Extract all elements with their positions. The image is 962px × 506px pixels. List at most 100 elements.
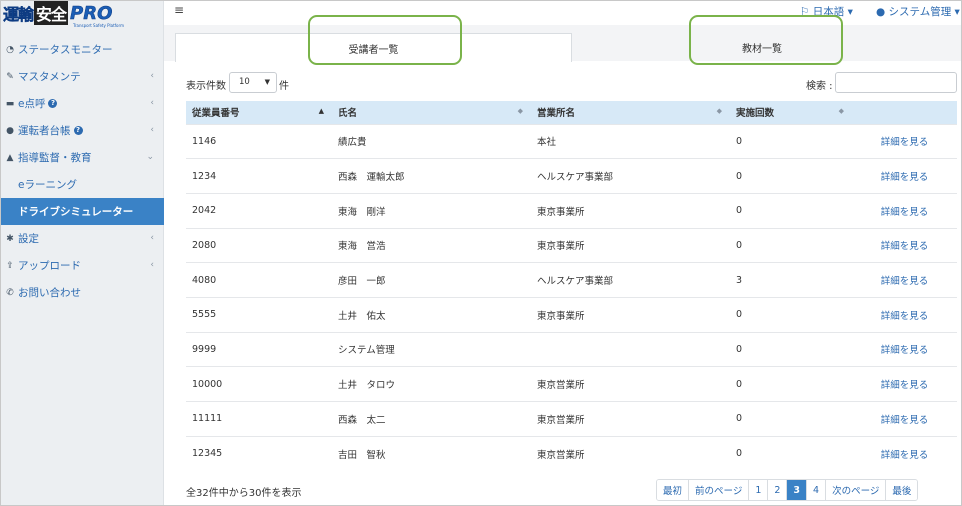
user-menu[interactable]: ● システム管理 ▾ <box>876 4 960 19</box>
user-icon: ● <box>6 125 14 136</box>
view-details-link[interactable]: 詳細を見る <box>852 435 957 471</box>
table-summary: 全32件中から30件を表示 <box>186 488 302 499</box>
pagination-item[interactable]: 3 <box>787 480 808 500</box>
sidebar-subitem-e-learning[interactable]: eラーニング <box>1 171 164 198</box>
cell-office: 東京営業所 <box>531 401 730 437</box>
logo-text-part2: 安全 <box>34 1 69 25</box>
view-details-link[interactable]: 詳細を見る <box>852 262 957 298</box>
column-header-label: 営業所名 <box>537 108 576 120</box>
trainee-table: 従業員番号 ▲ 氏名 ◆ 営業所名 ◆ 実施回数 ◆ 1146 績広貴 本社 0 詳細を見る 12… <box>186 101 957 471</box>
cell-office: 東京営業所 <box>531 435 730 471</box>
phone-icon: ✆ <box>6 287 14 298</box>
column-header-employee-number[interactable]: 従業員番号 ▲ <box>186 101 332 124</box>
sidebar-item-upload[interactable]: ⇪ アップロード ‹ <box>1 252 164 279</box>
view-details-link[interactable]: 詳細を見る <box>852 296 957 333</box>
sidebar-item-label: お問い合わせ <box>18 287 81 299</box>
sort-asc-icon: ▲ <box>318 107 324 115</box>
cell-name: 績広貴 <box>332 123 531 159</box>
cell-office: ヘルスケア事業部 <box>531 158 730 194</box>
cell-office <box>531 331 730 367</box>
hamburger-menu-icon[interactable]: ≡ <box>174 3 184 17</box>
sidebar-subitem-drive-simulator[interactable]: ドライブシミュレーター <box>1 198 164 225</box>
chevron-left-icon: ‹ <box>150 260 154 270</box>
view-details-link[interactable]: 詳細を見る <box>852 192 957 229</box>
view-details-link[interactable]: 詳細を見る <box>852 366 957 402</box>
upload-icon: ⇪ <box>6 260 14 271</box>
view-details-link[interactable]: 詳細を見る <box>852 227 957 263</box>
sidebar-item-label: アップロード <box>18 260 81 272</box>
pagination-item[interactable]: 4 <box>807 480 827 500</box>
pagination-item[interactable]: 次のページ <box>826 480 887 500</box>
sidebar-item-label: ステータスモニター <box>18 44 113 56</box>
column-header-office[interactable]: 営業所名 ◆ <box>531 101 730 124</box>
pagination-item[interactable]: 最初 <box>657 480 690 500</box>
table-header-row: 従業員番号 ▲ 氏名 ◆ 営業所名 ◆ 実施回数 ◆ <box>186 101 957 124</box>
chevron-left-icon: ‹ <box>150 98 154 108</box>
cell-count: 0 <box>730 296 852 333</box>
cell-name: 東海 剛洋 <box>332 192 531 229</box>
cell-employee-number: 9999 <box>186 331 332 367</box>
cell-employee-number: 10000 <box>186 366 332 402</box>
sidebar-item-e-tenko[interactable]: ▬ e点呼 ? ‹ <box>1 90 164 117</box>
chevron-left-icon: ‹ <box>150 71 154 81</box>
view-details-link[interactable]: 詳細を見る <box>852 401 957 437</box>
app-logo[interactable]: 運輸 安全 PRO Transport Safety Platform <box>3 1 141 31</box>
cell-name: 吉田 智秋 <box>332 435 531 471</box>
cell-count: 0 <box>730 192 852 229</box>
table-row: 4080 彦田 一郎 ヘルスケア事業部 3 詳細を見る <box>186 262 957 298</box>
tabs-bar: 受講者一覧 教材一覧 <box>164 25 961 62</box>
sidebar-item-contact[interactable]: ✆ お問い合わせ <box>1 279 164 306</box>
tab-label: 教材一覧 <box>742 44 782 55</box>
pagination-item[interactable]: 前のページ <box>689 480 750 500</box>
chevron-left-icon: ‹ <box>150 233 154 243</box>
gear-icon: ✱ <box>6 233 14 244</box>
table-row: 1234 西森 運輸太郎 ヘルスケア事業部 0 詳細を見る <box>186 158 957 194</box>
sort-icon: ◆ <box>838 107 844 115</box>
cell-name: システム管理 <box>332 331 531 367</box>
column-header-label: 従業員番号 <box>192 108 240 120</box>
cell-employee-number: 1146 <box>186 123 332 159</box>
language-selector[interactable]: ⚐ 日本語 ▾ <box>800 4 853 19</box>
dashboard-icon: ◔ <box>6 44 14 55</box>
sidebar-item-status-monitor[interactable]: ◔ ステータスモニター <box>1 36 164 63</box>
view-details-link[interactable]: 詳細を見る <box>852 331 957 367</box>
sidebar-item-settings[interactable]: ✱ 設定 ‹ <box>1 225 164 252</box>
sidebar-item-label: マスタメンテ <box>18 71 81 83</box>
cell-name: 彦田 一郎 <box>332 262 531 298</box>
top-bar: ≡ ⚐ 日本語 ▾ ● システム管理 ▾ <box>164 1 961 25</box>
cell-office: ヘルスケア事業部 <box>531 262 730 298</box>
tab-trainee-list[interactable]: 受講者一覧 <box>175 33 572 62</box>
view-details-link[interactable]: 詳細を見る <box>852 158 957 194</box>
sidebar-item-driver-register[interactable]: ● 運転者台帳 ? ‹ <box>1 117 164 144</box>
cell-employee-number: 4080 <box>186 262 332 298</box>
pagination-item[interactable]: 1 <box>749 480 769 500</box>
help-icon[interactable]: ? <box>48 99 58 108</box>
sidebar-nav: ◔ ステータスモニター ✎ マスタメンテ ‹ ▬ e点呼 ? ‹ ● 運転者台帳… <box>1 36 164 306</box>
search-input[interactable] <box>835 72 957 93</box>
pagination-item[interactable]: 2 <box>768 480 788 500</box>
user-name: システム管理 <box>888 6 952 18</box>
column-header-count[interactable]: 実施回数 ◆ <box>730 101 852 124</box>
page-size-select[interactable]: 10 ▼ <box>229 72 277 93</box>
sidebar-item-master-maintenance[interactable]: ✎ マスタメンテ ‹ <box>1 63 164 90</box>
cell-count: 0 <box>730 227 852 263</box>
table-row: 9999 システム管理 0 詳細を見る <box>186 331 957 367</box>
sidebar-item-label: 運転者台帳 <box>18 125 71 137</box>
sort-icon: ◆ <box>716 107 722 115</box>
tab-material-list[interactable]: 教材一覧 <box>572 33 952 62</box>
cell-name: 西森 運輸太郎 <box>332 158 531 194</box>
pagination-item[interactable]: 最後 <box>886 480 918 500</box>
cell-employee-number: 12345 <box>186 435 332 471</box>
user-icon: ● <box>876 6 886 18</box>
sidebar-subitem-label: eラーニング <box>18 179 77 191</box>
cell-count: 0 <box>730 401 852 437</box>
pagination: 最初 前のページ 1 2 3 4 次のページ 最後 <box>656 479 919 501</box>
graduation-cap-icon: ▲ <box>6 152 14 163</box>
column-header-name[interactable]: 氏名 ◆ <box>332 101 531 124</box>
language-icon: ⚐ <box>800 6 810 18</box>
view-details-link[interactable]: 詳細を見る <box>852 123 957 159</box>
sidebar-item-label: 指導監督・教育 <box>18 152 92 164</box>
help-icon[interactable]: ? <box>73 126 83 135</box>
table-row: 10000 土井 タロウ 東京営業所 0 詳細を見る <box>186 366 957 402</box>
sidebar-item-guidance-education[interactable]: ▲ 指導監督・教育 ⌄ <box>1 144 164 171</box>
